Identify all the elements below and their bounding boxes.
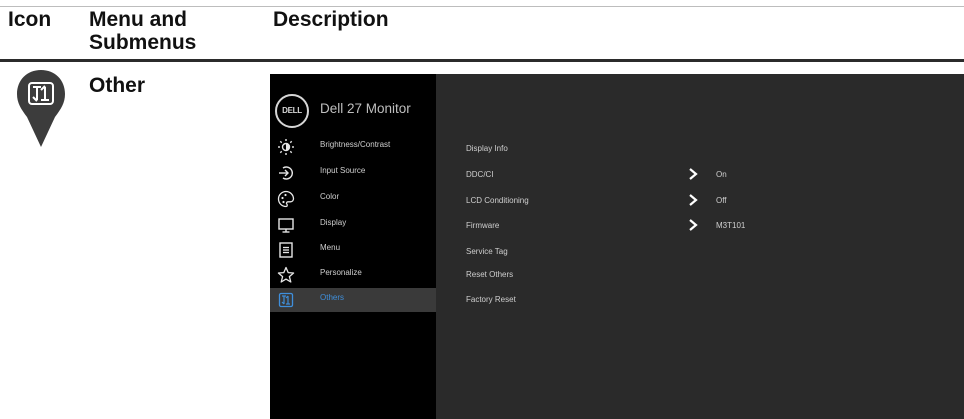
- header-divider: [0, 59, 964, 62]
- submenu-value-firmware: M3T101: [716, 221, 746, 230]
- osd-menu-panel: DELL Dell 27 Monitor Brightness/Contrast: [270, 74, 436, 419]
- chevron-right-icon: [689, 194, 698, 206]
- star-icon: [277, 266, 295, 283]
- monitor-name: Dell 27 Monitor: [320, 101, 411, 116]
- osd-menu-label: Brightness/Contrast: [320, 140, 391, 149]
- osd-menu-label: Personalize: [320, 268, 362, 277]
- osd-menu-item-menu[interactable]: Menu: [270, 238, 436, 262]
- osd-menu-label: Input Source: [320, 166, 366, 175]
- osd-submenu-panel: [436, 74, 964, 419]
- submenu-display-info[interactable]: Display Info: [466, 144, 508, 153]
- osd-screen: DELL Dell 27 Monitor Brightness/Contrast: [270, 74, 964, 419]
- row-title-other: Other: [89, 74, 146, 97]
- osd-menu-label: Others: [320, 293, 345, 302]
- input-source-icon: [279, 166, 293, 180]
- osd-menu-item-color[interactable]: Color: [270, 187, 436, 211]
- display-icon: [278, 218, 294, 233]
- others-pin-icon: [17, 70, 65, 147]
- chevron-right-icon: [689, 219, 698, 231]
- others-icon: [278, 292, 294, 308]
- submenu-value-lcd-conditioning: Off: [716, 196, 727, 205]
- submenu-service-tag[interactable]: Service Tag: [466, 247, 508, 256]
- osd-menu-item-others[interactable]: Others: [270, 288, 436, 312]
- brightness-icon: [278, 139, 294, 155]
- column-header-icon: Icon: [8, 8, 52, 31]
- osd-menu-item-brightness[interactable]: Brightness/Contrast: [270, 135, 436, 159]
- submenu-lcd-conditioning[interactable]: LCD Conditioning: [466, 196, 529, 205]
- menu-icon: [279, 242, 293, 258]
- osd-menu-item-input-source[interactable]: Input Source: [270, 161, 436, 185]
- osd-menu-label: Color: [320, 192, 340, 201]
- submenu-value-ddc-ci: On: [716, 170, 727, 179]
- osd-menu-label: Display: [320, 218, 347, 227]
- top-divider: [0, 6, 964, 7]
- color-palette-icon: [277, 190, 295, 208]
- osd-menu-label: Menu: [320, 243, 341, 252]
- column-header-description: Description: [273, 8, 389, 31]
- osd-menu-item-personalize[interactable]: Personalize: [270, 263, 436, 287]
- column-header-menu: Menu and Submenus: [89, 8, 197, 54]
- chevron-right-icon: [689, 168, 698, 180]
- submenu-firmware[interactable]: Firmware: [466, 221, 499, 230]
- submenu-ddc-ci[interactable]: DDC/CI: [466, 170, 494, 179]
- submenu-reset-others[interactable]: Reset Others: [466, 270, 513, 279]
- osd-menu-item-display[interactable]: Display: [270, 213, 436, 237]
- dell-logo: DELL: [275, 94, 309, 128]
- submenu-factory-reset[interactable]: Factory Reset: [466, 295, 516, 304]
